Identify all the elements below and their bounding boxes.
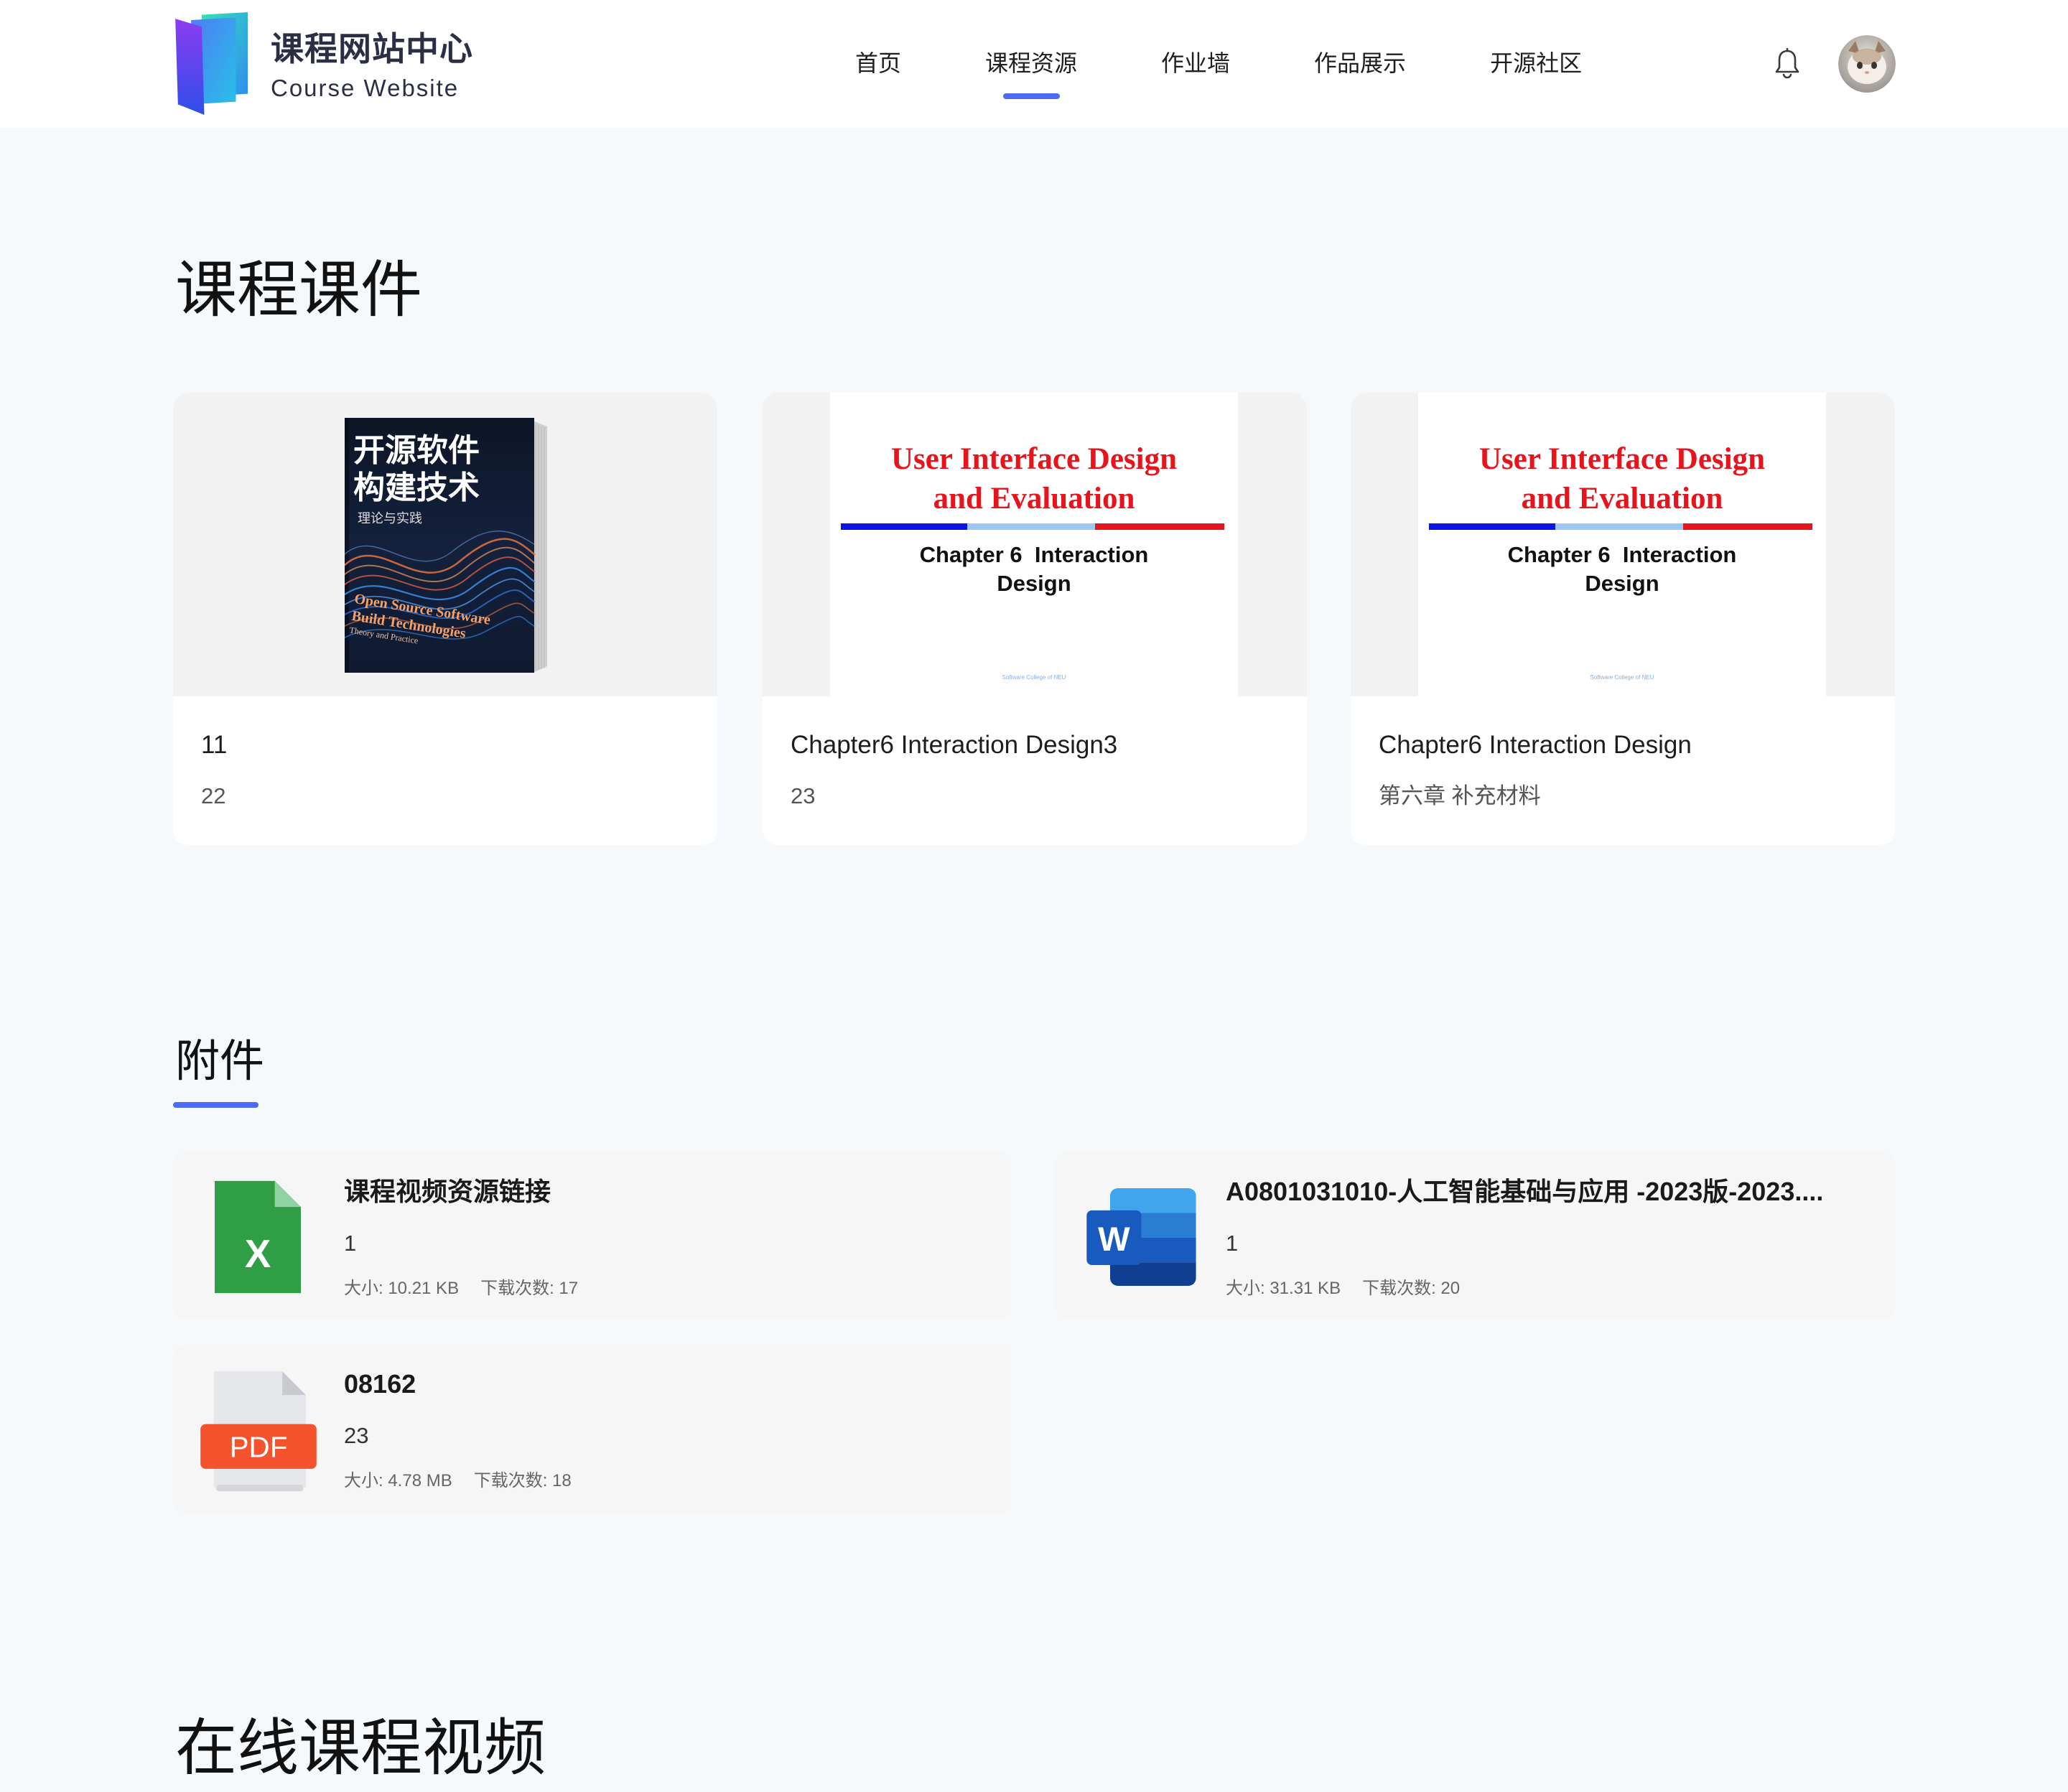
nav-item-course-resources[interactable]: 课程资源 [985, 49, 1078, 99]
card-cover: 开源软件 构建技术 理论与实践 Open Source Software Bui… [173, 393, 717, 696]
slide-chapter-line1: Chapter 6 Interaction [1507, 542, 1737, 567]
slide-chapter-line2: Design [1585, 571, 1659, 596]
nav-item-home[interactable]: 首页 [855, 49, 901, 78]
pdf-file-icon: PDF [200, 1371, 317, 1492]
attachment-meta: 大小: 4.78 MB 下载次数: 18 [344, 1471, 593, 1491]
site-subtitle: Course Website [271, 75, 460, 101]
card-title: Chapter6 Interaction Design [1379, 731, 1692, 759]
active-nav-indicator [1003, 93, 1061, 99]
book-title-line1: 开源软件 [353, 433, 480, 468]
courseware-card[interactable]: User Interface Design and Evaluation Cha… [1351, 393, 1895, 845]
slide-chapter-line2: Design [997, 571, 1071, 596]
attachments-section-title: 附件 [175, 1037, 265, 1086]
book-subtitle: 理论与实践 [358, 511, 422, 526]
slide-heading-line1: User Interface Design [1478, 442, 1766, 476]
slide-color-bar [1429, 523, 1812, 530]
slide-heading: User Interface Design and Evaluation [830, 439, 1238, 518]
card-title: 11 [201, 731, 228, 759]
videos-section-title: 在线课程视频 [175, 1714, 546, 1783]
site-title[interactable]: 课程网站中心 [271, 29, 473, 69]
attachment-description: 23 [344, 1423, 369, 1448]
slide-heading-line1: User Interface Design [890, 442, 1178, 476]
attachment-downloads: 下载次数: 17 [480, 1279, 579, 1298]
attachment-size: 大小: 4.78 MB [344, 1471, 452, 1490]
nav-item-works-showcase[interactable]: 作品展示 [1314, 49, 1406, 78]
nav-item-label: 课程资源 [985, 50, 1078, 76]
courseware-card[interactable]: 开源软件 构建技术 理论与实践 Open Source Software Bui… [173, 393, 717, 845]
pdf-icon-label: PDF [230, 1430, 288, 1463]
excel-icon-label: X [245, 1232, 271, 1276]
attachment-name: A0801031010-人工智能基础与应用 -2023版-2023.... [1226, 1177, 1824, 1206]
attachment-downloads: 下载次数: 20 [1362, 1279, 1461, 1298]
excel-file-icon: X [215, 1180, 301, 1294]
nav-item-open-source-community[interactable]: 开源社区 [1490, 49, 1582, 78]
card-title: Chapter6 Interaction Design3 [791, 731, 1118, 759]
attachment-item[interactable]: PDF 08162 23 大小: 4.78 MB 下载次数: 18 [173, 1345, 1012, 1513]
attachment-meta: 大小: 10.21 KB 下载次数: 17 [344, 1279, 600, 1299]
slide-footer: Software College of NEU [1590, 674, 1654, 681]
slide-bar-light-blue [1555, 523, 1683, 530]
slide-heading-line2: and Evaluation [933, 482, 1135, 515]
card-description: 第六章 补充材料 [1379, 783, 1541, 808]
slide-chapter: Chapter 6 Interaction Design [1418, 541, 1826, 598]
courseware-card[interactable]: User Interface Design and Evaluation Cha… [763, 393, 1307, 845]
attachment-description: 1 [1226, 1231, 1239, 1256]
attachment-meta: 大小: 31.31 KB 下载次数: 20 [1226, 1279, 1481, 1299]
attachment-item[interactable]: X 课程视频资源链接 1 大小: 10.21 KB 下载次数: 17 [173, 1152, 1012, 1319]
slide-chapter-line1: Chapter 6 Interaction [919, 542, 1149, 567]
attachment-name: 课程视频资源链接 [344, 1177, 551, 1206]
attachment-name: 08162 [344, 1369, 416, 1399]
attachment-size: 大小: 31.31 KB [1226, 1279, 1341, 1298]
book-logo-icon[interactable] [175, 12, 249, 115]
slide-color-bar [841, 523, 1224, 530]
book-title-line2: 构建技术 [353, 470, 480, 505]
slide-heading: User Interface Design and Evaluation [1418, 439, 1826, 518]
card-description: 23 [791, 783, 816, 808]
card-cover: User Interface Design and Evaluation Cha… [1351, 393, 1895, 696]
slide-bar-light-blue [967, 523, 1095, 530]
attachment-size: 大小: 10.21 KB [344, 1279, 460, 1298]
courseware-section-title: 课程课件 [175, 256, 422, 325]
main-nav: 首页 课程资源 作业墙 作品展示 开源社区 [855, 49, 1582, 99]
slide-thumbnail: User Interface Design and Evaluation Cha… [1418, 393, 1826, 696]
card-cover: User Interface Design and Evaluation Cha… [763, 393, 1307, 696]
nav-item-homework-wall[interactable]: 作业墙 [1161, 49, 1230, 78]
slide-bar-red [1683, 523, 1812, 530]
attachment-description: 1 [344, 1231, 357, 1256]
top-header: 课程网站中心 Course Website 首页 课程资源 作业墙 作品展示 开… [0, 0, 2068, 128]
word-file-icon: W [1086, 1188, 1196, 1286]
slide-footer: Software College of NEU [1002, 674, 1066, 681]
user-avatar[interactable] [1838, 35, 1896, 93]
slide-thumbnail: User Interface Design and Evaluation Cha… [830, 393, 1238, 696]
attachment-item[interactable]: W A0801031010-人工智能基础与应用 -2023版-2023.... … [1055, 1152, 1895, 1319]
attachments-title-underline [173, 1102, 258, 1108]
slide-bar-red [1095, 523, 1224, 530]
slide-heading-line2: and Evaluation [1521, 482, 1723, 515]
slide-chapter: Chapter 6 Interaction Design [830, 541, 1238, 598]
bell-icon[interactable] [1774, 47, 1800, 79]
book-cover-image: 开源软件 构建技术 理论与实践 Open Source Software Bui… [345, 418, 547, 673]
word-icon-label: W [1098, 1220, 1130, 1258]
slide-bar-blue [841, 523, 967, 530]
attachment-downloads: 下载次数: 18 [473, 1471, 572, 1490]
slide-bar-blue [1429, 523, 1555, 530]
card-description: 22 [201, 783, 226, 808]
